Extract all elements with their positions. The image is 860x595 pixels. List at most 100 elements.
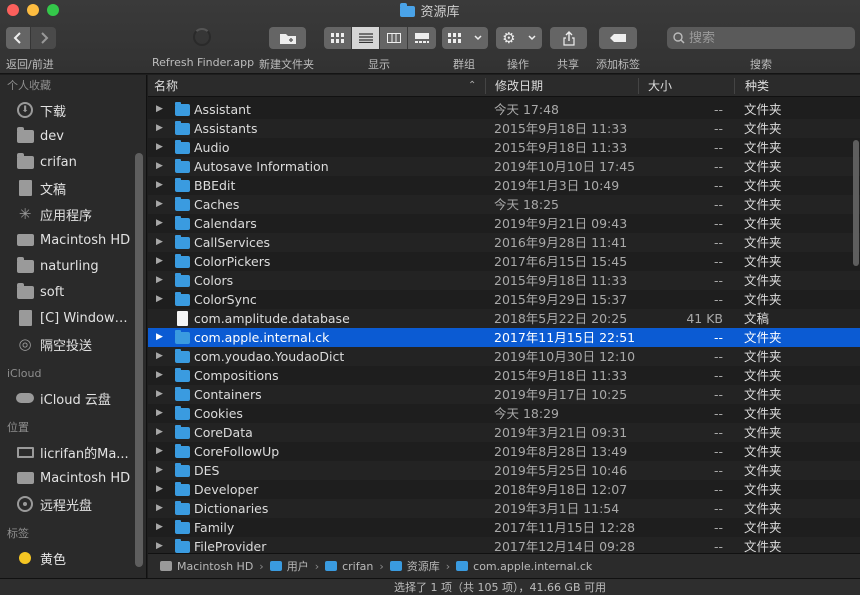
back-button[interactable] — [6, 27, 30, 49]
sidebar-item-tag-yellow[interactable]: 黄色 — [0, 545, 146, 571]
share-icon — [562, 30, 575, 46]
column-header-name[interactable]: 名称 — [154, 75, 178, 97]
group-button[interactable] — [442, 27, 488, 49]
disclosure-triangle-icon[interactable]: ▶ — [156, 366, 163, 385]
folder-icon — [175, 121, 190, 135]
disclosure-triangle-icon[interactable]: ▶ — [156, 518, 163, 537]
disclosure-triangle-icon[interactable]: ▶ — [156, 499, 163, 518]
column-header-date[interactable]: 修改日期 — [495, 75, 543, 97]
disclosure-triangle-icon[interactable]: ▶ — [156, 214, 163, 233]
table-row[interactable]: ▶ CoreData 2019年3月21日 09:31 -- 文件夹 — [148, 423, 860, 442]
sidebar-item-icloud-drive[interactable]: iCloud 云盘 — [0, 385, 146, 411]
sidebar-item-applications[interactable]: ✳ 应用程序 — [0, 201, 146, 227]
table-row[interactable]: ▶ FileProvider 2017年12月14日 09:28 -- 文件夹 — [148, 537, 860, 553]
sidebar-item-dev[interactable]: dev — [0, 123, 146, 149]
disclosure-triangle-icon[interactable]: ▶ — [156, 404, 163, 423]
table-row[interactable]: ▶ Caches 今天 18:25 -- 文件夹 — [148, 195, 860, 214]
sidebar-item-documents[interactable]: 文稿 — [0, 175, 146, 201]
table-row[interactable]: ▶ com.apple.internal.ck 2017年11月15日 22:51 -… — [148, 328, 860, 347]
sidebar-item-crifan[interactable]: crifan — [0, 149, 146, 175]
disclosure-triangle-icon[interactable]: ▶ — [156, 537, 163, 553]
add-tag-button[interactable] — [599, 27, 637, 49]
table-row[interactable]: ▶ Compositions 2015年9月18日 11:33 -- 文件夹 — [148, 366, 860, 385]
disclosure-triangle-icon[interactable]: ▶ — [156, 480, 163, 499]
disclosure-triangle-icon[interactable]: ▶ — [156, 385, 163, 404]
table-row[interactable]: ▶ Family 2017年11月15日 12:28 -- 文件夹 — [148, 518, 860, 537]
sidebar-item-macintosh-hd-location[interactable]: Macintosh HD — [0, 465, 146, 491]
table-row[interactable]: ▶ com.youdao.YoudaoDict 2019年10月30日 12:10 -… — [148, 347, 860, 366]
table-row[interactable]: ▶ Colors 2015年9月18日 11:33 -- 文件夹 — [148, 271, 860, 290]
table-row[interactable]: com.amplitude.database 2018年5月22日 20:25 41… — [148, 309, 860, 328]
table-row[interactable]: ▶ Cookies 今天 18:29 -- 文件夹 — [148, 404, 860, 423]
file-date: 2019年9月17日 10:25 — [494, 387, 628, 402]
path-crumb[interactable]: 用户 — [269, 558, 309, 574]
path-crumb[interactable]: crifan — [325, 560, 373, 573]
list-view-button[interactable] — [352, 27, 380, 49]
search-field[interactable] — [667, 27, 855, 49]
file-list-scrollbar[interactable] — [853, 140, 859, 266]
table-row[interactable]: ▶ Autosave Information 2019年10月10日 17:45 --… — [148, 157, 860, 176]
table-row[interactable]: ▶ Assistant 今天 17:48 -- 文件夹 — [148, 100, 860, 119]
action-button[interactable]: ⚙ — [496, 27, 542, 49]
icon-view-button[interactable] — [324, 27, 352, 49]
sidebar-item-remote-disc[interactable]: 远程光盘 — [0, 491, 146, 517]
sidebar-item-airdrop[interactable]: ◎ 隔空投送 — [0, 331, 146, 357]
table-row[interactable]: ▶ Developer 2018年9月18日 12:07 -- 文件夹 — [148, 480, 860, 499]
sort-ascending-icon[interactable]: ⌃ — [468, 75, 476, 97]
refresh-finder-label[interactable]: Refresh Finder.app — [152, 56, 254, 69]
column-header-size[interactable]: 大小 — [648, 75, 672, 97]
table-row[interactable]: ▶ Containers 2019年9月17日 10:25 -- 文件夹 — [148, 385, 860, 404]
sidebar-item-macintosh-hd[interactable]: Macintosh HD — [0, 227, 146, 253]
file-date: 2019年3月1日 11:54 — [494, 501, 620, 516]
table-row[interactable]: ▶ CoreFollowUp 2019年8月28日 13:49 -- 文件夹 — [148, 442, 860, 461]
file-name: ColorSync — [194, 292, 257, 307]
disclosure-triangle-icon[interactable]: ▶ — [156, 461, 163, 480]
disclosure-triangle-icon[interactable]: ▶ — [156, 195, 163, 214]
gallery-view-button[interactable] — [408, 27, 436, 49]
disclosure-triangle-icon[interactable]: ▶ — [156, 119, 163, 138]
table-row[interactable]: ▶ Calendars 2019年9月21日 09:43 -- 文件夹 — [148, 214, 860, 233]
table-row[interactable]: ▶ ColorPickers 2017年6月15日 15:45 -- 文件夹 — [148, 252, 860, 271]
table-row[interactable]: ▶ CallServices 2016年9月28日 11:41 -- 文件夹 — [148, 233, 860, 252]
new-folder-button[interactable] — [269, 27, 306, 49]
file-date: 2015年9月18日 11:33 — [494, 368, 628, 383]
table-row[interactable]: ▶ Audio 2015年9月18日 11:33 -- 文件夹 — [148, 138, 860, 157]
disclosure-triangle-icon[interactable]: ▶ — [156, 290, 163, 309]
search-input[interactable] — [689, 30, 839, 46]
disclosure-triangle-icon[interactable]: ▶ — [156, 347, 163, 366]
table-row[interactable]: ▶ DES 2019年5月25日 10:46 -- 文件夹 — [148, 461, 860, 480]
sidebar-item-windows[interactable]: [C] Windows... — [0, 305, 146, 331]
disclosure-triangle-icon[interactable]: ▶ — [156, 271, 163, 290]
share-button[interactable] — [550, 27, 587, 49]
sidebar-item-licrifan-mac[interactable]: licrifan的Ma... — [0, 439, 146, 465]
sidebar-item-downloads[interactable]: ⬇ 下载 — [0, 97, 146, 123]
table-row[interactable]: ▶ BBEdit 2019年1月3日 10:49 -- 文件夹 — [148, 176, 860, 195]
folder-icon — [175, 197, 190, 211]
table-row[interactable]: ▶ ColorSync 2015年9月29日 15:37 -- 文件夹 — [148, 290, 860, 309]
add-tag-label: 添加标签 — [596, 58, 640, 71]
forward-button[interactable] — [31, 27, 56, 49]
file-kind: 文件夹 — [744, 140, 782, 155]
file-size: -- — [713, 482, 723, 497]
table-row[interactable]: ▶ Dictionaries 2019年3月1日 11:54 -- 文件夹 — [148, 499, 860, 518]
disclosure-triangle-icon[interactable]: ▶ — [156, 233, 163, 252]
chevron-down-icon — [528, 35, 536, 41]
disclosure-triangle-icon[interactable]: ▶ — [156, 423, 163, 442]
disclosure-triangle-icon[interactable]: ▶ — [156, 176, 163, 195]
path-crumb[interactable]: Macintosh HD — [160, 560, 253, 573]
disclosure-triangle-icon[interactable]: ▶ — [156, 252, 163, 271]
disclosure-triangle-icon[interactable]: ▶ — [156, 138, 163, 157]
disclosure-triangle-icon[interactable]: ▶ — [156, 100, 163, 119]
table-row[interactable]: ▶ Assistants 2015年9月18日 11:33 -- 文件夹 — [148, 119, 860, 138]
sidebar-item-soft[interactable]: soft — [0, 279, 146, 305]
column-header-kind[interactable]: 种类 — [745, 75, 769, 97]
path-crumb[interactable]: com.apple.internal.ck — [456, 560, 592, 573]
column-view-button[interactable] — [380, 27, 408, 49]
disclosure-triangle-icon[interactable]: ▶ — [156, 328, 163, 347]
path-crumb[interactable]: 资源库 — [389, 558, 440, 574]
disclosure-triangle-icon[interactable]: ▶ — [156, 157, 163, 176]
sidebar-item-naturling[interactable]: naturling — [0, 253, 146, 279]
refresh-icon[interactable] — [193, 28, 211, 46]
disclosure-triangle-icon[interactable]: ▶ — [156, 442, 163, 461]
sidebar-scrollbar[interactable] — [135, 153, 143, 567]
